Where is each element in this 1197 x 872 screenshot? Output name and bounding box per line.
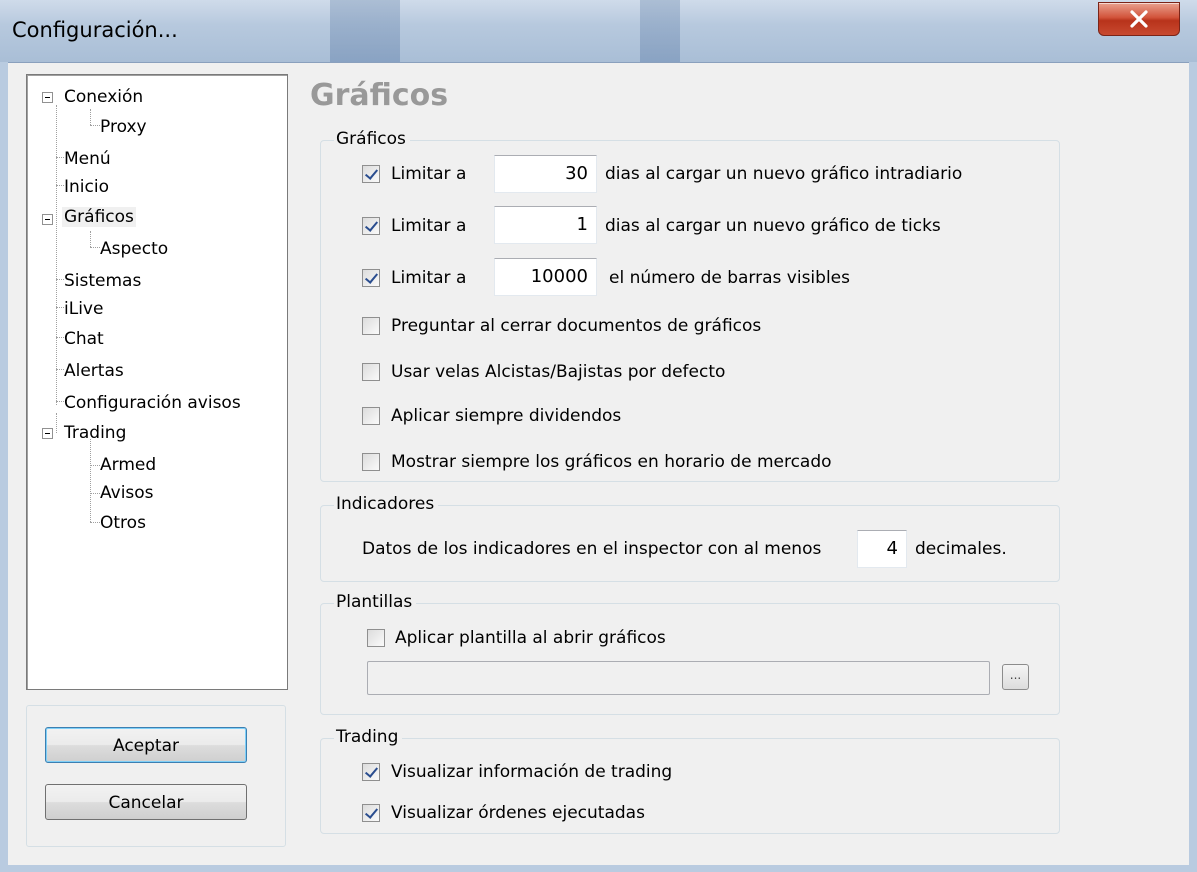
- tree-item-label: Conexión: [64, 87, 144, 107]
- limit-intraday-checkbox[interactable]: [362, 165, 380, 183]
- market-hours-label: Mostrar siempre los gráficos en horario …: [391, 452, 832, 472]
- show-executed-orders-label: Visualizar órdenes ejecutadas: [391, 803, 645, 823]
- apply-template-label: Aplicar plantilla al abrir gráficos: [395, 628, 666, 648]
- tree-item-chat[interactable]: Chat: [62, 325, 106, 353]
- collapse-icon[interactable]: [42, 214, 53, 225]
- tree-item-avisos[interactable]: Avisos: [98, 479, 156, 507]
- tree-item-label: Alertas: [64, 361, 124, 381]
- tree-item-label: Otros: [100, 513, 146, 533]
- tree-line: [56, 413, 57, 433]
- close-icon: [1130, 10, 1148, 28]
- tree-item-armed[interactable]: Armed: [98, 451, 158, 479]
- show-trading-info-checkbox[interactable]: [362, 763, 380, 781]
- tree-item-aspecto[interactable]: Aspecto: [98, 235, 170, 263]
- collapse-icon[interactable]: [42, 92, 53, 103]
- tree-item-label: Menú: [64, 149, 111, 169]
- tree-item-label: Inicio: [64, 177, 109, 197]
- ask-close-label: Preguntar al cerrar documentos de gráfic…: [391, 316, 762, 336]
- apply-dividends-label: Aplicar siempre dividendos: [391, 406, 622, 426]
- indicator-decimals-input[interactable]: 4: [857, 530, 907, 568]
- graficos-group: [320, 140, 1060, 482]
- indicator-decimals-prefix: Datos de los indicadores en el inspector…: [362, 539, 822, 559]
- visible-bars-input[interactable]: 10000: [494, 258, 597, 296]
- tree-item-label: Trading: [64, 423, 127, 443]
- title-bar-glass-band: [640, 0, 680, 62]
- tree-item-label: Gráficos: [62, 207, 136, 227]
- show-executed-orders-checkbox[interactable]: [362, 804, 380, 822]
- show-trading-info-label: Visualizar información de trading: [391, 762, 673, 782]
- window-title: Configuración...: [12, 18, 178, 42]
- limit-ticks-checkbox[interactable]: [362, 217, 380, 235]
- limit-ticks-label: Limitar a: [391, 216, 467, 236]
- bull-bear-candles-label: Usar velas Alcistas/Bajistas por defecto: [391, 362, 726, 382]
- tree-item-menu[interactable]: Menú: [62, 145, 113, 173]
- limit-bars-label: Limitar a: [391, 268, 467, 288]
- indicadores-group-label: Indicadores: [334, 494, 439, 514]
- title-bar[interactable]: Configuración...: [0, 0, 1197, 62]
- tree-item-label: Configuración avisos: [64, 393, 241, 413]
- ticks-days-input[interactable]: 1: [494, 206, 597, 244]
- apply-dividends-checkbox[interactable]: [362, 407, 380, 425]
- plantillas-group-label: Plantillas: [334, 592, 417, 612]
- graficos-group-label: Gráficos: [334, 129, 410, 149]
- page-title: Gráficos: [310, 78, 449, 113]
- template-path-input[interactable]: [367, 661, 990, 695]
- tree-item-label: iLive: [64, 299, 104, 319]
- tree-item-conexion[interactable]: Conexión: [62, 83, 145, 111]
- tree-line: [90, 109, 91, 125]
- tree-line: [56, 105, 57, 405]
- window-frame-bottom: [0, 864, 1197, 872]
- close-button[interactable]: [1098, 2, 1180, 36]
- tree-item-alertas[interactable]: Alertas: [62, 357, 126, 385]
- tree-item-proxy[interactable]: Proxy: [98, 113, 149, 141]
- intraday-days-input[interactable]: 30: [494, 155, 597, 193]
- tree-item-configuracion-avisos[interactable]: Configuración avisos: [62, 389, 243, 417]
- collapse-icon[interactable]: [42, 428, 53, 439]
- tree-line: [90, 439, 91, 522]
- tree-item-label: Sistemas: [64, 271, 142, 291]
- tree-line: [90, 231, 91, 247]
- browse-template-button[interactable]: ...: [1002, 664, 1029, 690]
- indicator-decimals-suffix: decimales.: [915, 539, 1007, 559]
- tree-item-graficos[interactable]: Gráficos: [62, 203, 136, 231]
- tree-item-sistemas[interactable]: Sistemas: [62, 267, 143, 295]
- settings-tree[interactable]: Conexión Proxy Menú Inicio Gráficos Aspe…: [26, 74, 288, 690]
- intraday-days-suffix: dias al cargar un nuevo gráfico intradia…: [605, 164, 963, 184]
- trading-group-label: Trading: [334, 727, 403, 747]
- tree-item-label: Armed: [100, 455, 157, 475]
- tree-item-ilive[interactable]: iLive: [62, 295, 105, 323]
- apply-template-checkbox[interactable]: [367, 629, 385, 647]
- plantillas-group: [320, 603, 1060, 715]
- tree-item-label: Chat: [64, 329, 104, 349]
- limit-bars-checkbox[interactable]: [362, 269, 380, 287]
- ticks-days-suffix: dias al cargar un nuevo gráfico de ticks: [605, 216, 941, 236]
- tree-item-inicio[interactable]: Inicio: [62, 173, 111, 201]
- tree-item-label: Avisos: [100, 483, 154, 503]
- title-bar-glass-band: [330, 0, 400, 62]
- window-frame-left: [0, 62, 8, 872]
- limit-intraday-label: Limitar a: [391, 164, 467, 184]
- tree-item-label: Proxy: [100, 117, 147, 137]
- bull-bear-candles-checkbox[interactable]: [362, 363, 380, 381]
- tree-item-label: Aspecto: [100, 239, 169, 259]
- market-hours-checkbox[interactable]: [362, 453, 380, 471]
- tree-item-otros[interactable]: Otros: [98, 509, 148, 537]
- cancel-button[interactable]: Cancelar: [45, 784, 247, 820]
- window-frame-right: [1189, 62, 1197, 872]
- accept-button[interactable]: Aceptar: [45, 727, 247, 763]
- tree-item-trading[interactable]: Trading: [62, 419, 128, 447]
- visible-bars-suffix: el número de barras visibles: [609, 268, 850, 288]
- ask-close-checkbox[interactable]: [362, 317, 380, 335]
